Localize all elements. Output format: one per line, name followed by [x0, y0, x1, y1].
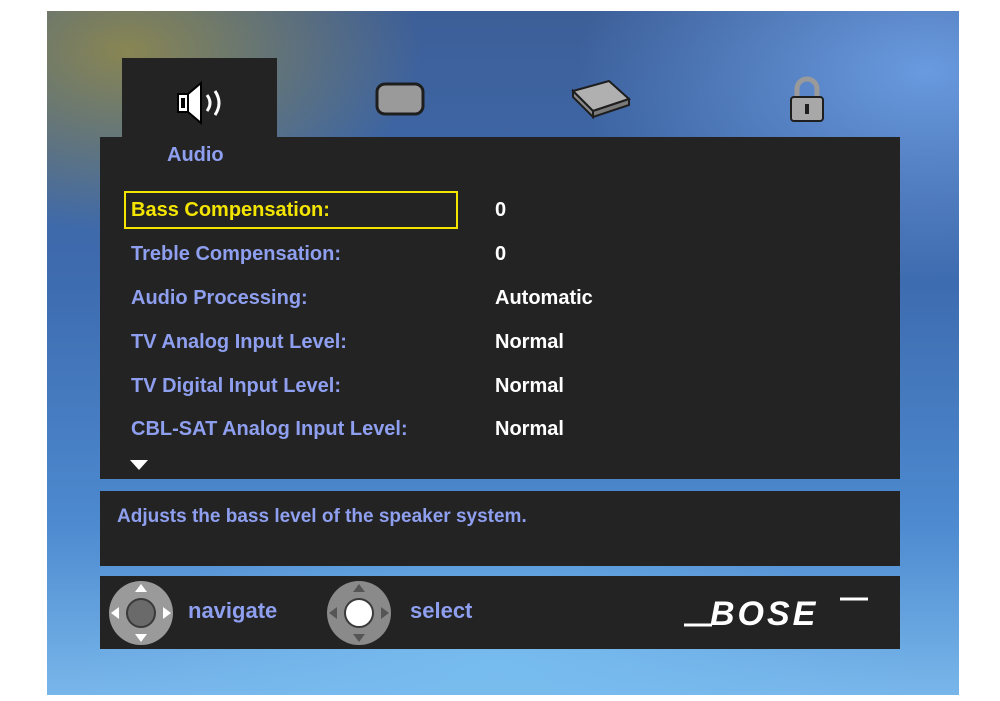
- speaker-icon: [177, 81, 221, 125]
- setting-row-cbl-sat-analog-input-level[interactable]: CBL-SAT Analog Input Level: Normal: [124, 410, 824, 448]
- setting-value: Automatic: [495, 287, 593, 309]
- setting-label: TV Digital Input Level:: [131, 375, 342, 397]
- description-panel: Adjusts the bass level of the speaker sy…: [100, 491, 900, 566]
- setting-value: Normal: [495, 375, 564, 397]
- setting-label: Treble Compensation:: [131, 243, 342, 265]
- setting-row-audio-processing[interactable]: Audio Processing: Automatic: [124, 279, 824, 317]
- media-device-icon[interactable]: [569, 77, 633, 121]
- bose-logo-text: BOSE: [710, 595, 818, 632]
- setting-label: TV Analog Input Level:: [131, 331, 347, 353]
- setting-label: Bass Compensation:: [131, 199, 330, 221]
- scroll-down-arrow-icon[interactable]: [130, 460, 148, 470]
- tv-screen: Audio Bass Compensation: 0 Treble Compen…: [47, 11, 959, 695]
- select-dpad-icon: [327, 581, 391, 645]
- setting-label: CBL-SAT Analog Input Level:: [131, 418, 408, 440]
- audio-settings-panel: Audio Bass Compensation: 0 Treble Compen…: [100, 137, 900, 479]
- select-hint: select: [410, 598, 473, 623]
- navigate-dpad-icon: [109, 581, 173, 645]
- description-text: Adjusts the bass level of the speaker sy…: [117, 506, 527, 527]
- setting-label: Audio Processing:: [131, 287, 308, 309]
- setting-row-tv-analog-input-level[interactable]: TV Analog Input Level: Normal: [124, 323, 824, 361]
- setting-value: Normal: [495, 418, 564, 440]
- tv-screen-icon[interactable]: [374, 81, 426, 117]
- setting-value: Normal: [495, 331, 564, 353]
- lock-icon[interactable]: [787, 75, 827, 125]
- setting-row-treble-compensation[interactable]: Treble Compensation: 0: [124, 235, 824, 273]
- setting-value: 0: [495, 199, 507, 221]
- bose-logo: BOSE: [684, 595, 868, 632]
- setting-value: 0: [495, 243, 507, 265]
- setting-row-bass-compensation[interactable]: Bass Compensation: 0: [124, 191, 824, 229]
- footer-bar: navigate select BOSE: [100, 576, 900, 649]
- navigate-hint: navigate: [188, 598, 278, 623]
- setting-row-tv-digital-input-level[interactable]: TV Digital Input Level: Normal: [124, 367, 824, 405]
- page-title: Audio: [167, 144, 224, 166]
